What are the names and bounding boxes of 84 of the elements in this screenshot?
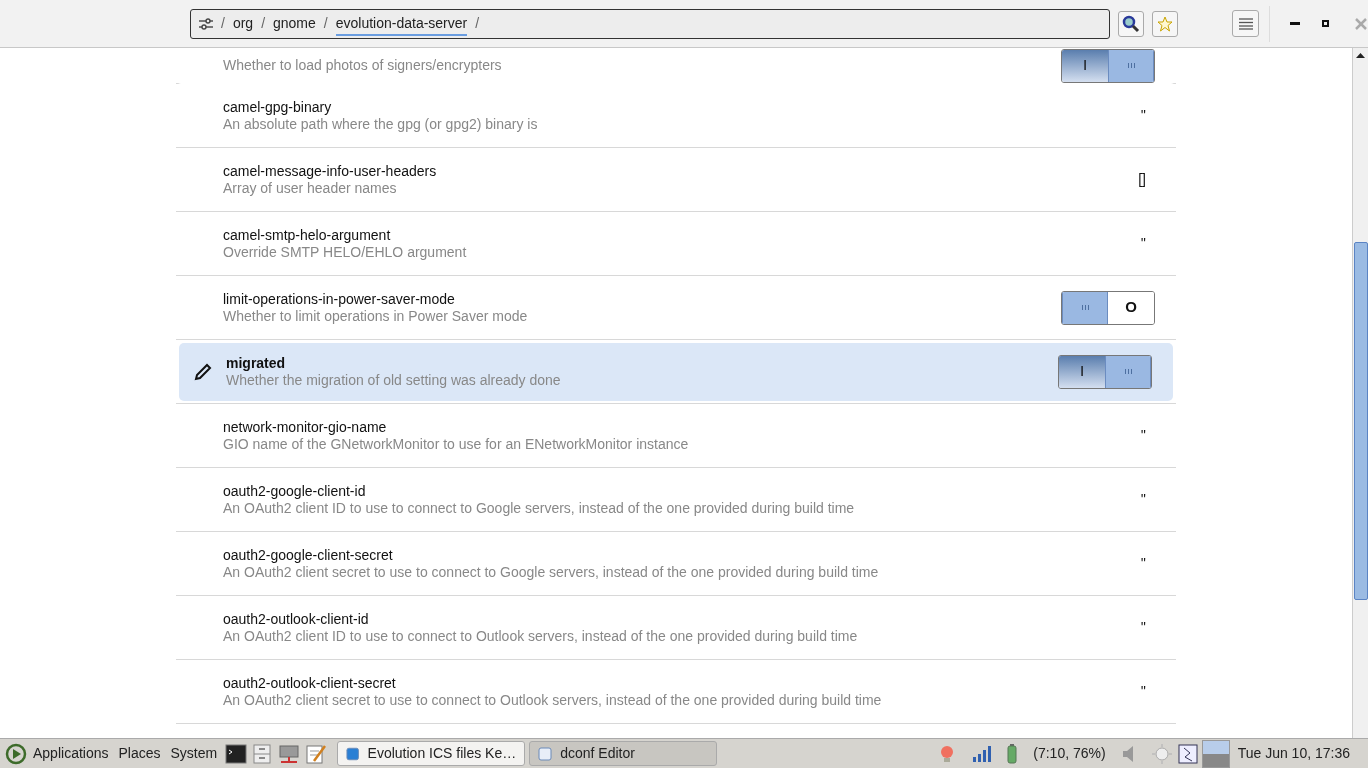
close-icon[interactable] bbox=[1355, 17, 1367, 30]
window-switch-icon[interactable] bbox=[1177, 743, 1198, 764]
file-cabinet-icon[interactable] bbox=[253, 743, 272, 764]
toggle-handle[interactable] bbox=[1105, 355, 1151, 388]
key-description: An OAuth2 client secret to use to connect to Outlook servers, instead of the one provided during build time bbox=[223, 691, 883, 709]
key-name: migrated bbox=[226, 354, 287, 372]
key-value: '' bbox=[1140, 234, 1146, 253]
toggle-switch[interactable]: I bbox=[1061, 48, 1155, 83]
path-separator: / bbox=[221, 14, 225, 33]
key-name: oauth2-google-client-secret bbox=[223, 546, 394, 564]
grip-icon bbox=[1127, 63, 1135, 68]
key-name: camel-gpg-binary bbox=[223, 98, 333, 116]
panel-menu[interactable]: Places bbox=[118, 743, 161, 764]
scrollbar[interactable] bbox=[1352, 48, 1368, 738]
key-name: oauth2-outlook-client-secret bbox=[223, 674, 397, 692]
menu-icon bbox=[1238, 17, 1253, 30]
key-value: '' bbox=[1140, 618, 1146, 637]
clock[interactable]: Tue Jun 10, 17:36 bbox=[1237, 743, 1350, 764]
settings-icon bbox=[199, 17, 213, 30]
key-row[interactable]: migrated Whether the migration of old setting was already done I bbox=[179, 342, 1173, 401]
workspace-switcher[interactable] bbox=[1201, 739, 1230, 768]
toggle-state-label: O bbox=[1125, 297, 1137, 318]
path-separator: / bbox=[323, 14, 328, 33]
toggle-state-label: I bbox=[1079, 361, 1085, 382]
app-icon bbox=[538, 746, 553, 761]
path-separator: / bbox=[475, 14, 480, 33]
key-name: network-monitor-gio-name bbox=[223, 418, 388, 436]
key-description: An OAuth2 client ID to use to connect to Outlook servers, instead of the one provided during build time bbox=[223, 627, 859, 645]
grip-icon bbox=[1124, 369, 1132, 374]
key-value: '' bbox=[1140, 682, 1146, 701]
app-icon bbox=[346, 746, 360, 761]
signal-icon[interactable] bbox=[973, 745, 992, 762]
toggle-switch[interactable]: I bbox=[1058, 354, 1152, 389]
key-value: '' bbox=[1140, 490, 1146, 509]
terminal-icon[interactable] bbox=[225, 743, 248, 764]
bookmark-button[interactable] bbox=[1152, 10, 1178, 37]
toggle-handle[interactable] bbox=[1108, 49, 1154, 82]
scrollbar-thumb[interactable] bbox=[1353, 242, 1368, 600]
toggle-switch[interactable]: O bbox=[1061, 290, 1155, 325]
key-name: oauth2-google-client-id bbox=[223, 482, 367, 500]
search-button[interactable] bbox=[1118, 10, 1144, 37]
taskbar-window-button[interactable]: Evolution ICS files Ke… bbox=[337, 741, 526, 766]
scroll-up-icon[interactable] bbox=[1356, 53, 1365, 58]
network-computer-icon[interactable] bbox=[277, 743, 302, 764]
toggle-state-label: I bbox=[1082, 55, 1088, 76]
key-name: limit-operations-in-power-saver-mode bbox=[223, 290, 456, 308]
key-name: oauth2-outlook-client-id bbox=[223, 610, 370, 628]
battery-status: (7:10, 76%) bbox=[1033, 744, 1106, 763]
key-value: [] bbox=[1138, 170, 1146, 189]
key-value: '' bbox=[1140, 554, 1146, 573]
menu-button[interactable] bbox=[1232, 10, 1259, 37]
path-bar[interactable]: / org / gnome / evolution-data-server / bbox=[190, 8, 1110, 39]
path-separator: / bbox=[261, 14, 265, 33]
panel-menu[interactable]: Applications bbox=[33, 743, 109, 764]
key-description: An OAuth2 client ID to use to connect to Google servers, instead of the one provided during build time bbox=[223, 499, 856, 517]
search-icon bbox=[1122, 14, 1140, 33]
key-value: '' bbox=[1140, 426, 1146, 445]
logo-icon[interactable] bbox=[5, 742, 27, 765]
key-name: camel-message-info-user-headers bbox=[223, 162, 438, 180]
key-description: An absolute path where the gpg (or gpg2) binary is bbox=[223, 115, 539, 133]
key-value: '' bbox=[1140, 106, 1146, 125]
path-segment[interactable]: gnome bbox=[273, 11, 316, 36]
star-icon bbox=[1157, 15, 1173, 32]
battery-icon[interactable] bbox=[1007, 743, 1018, 764]
path-segment[interactable]: evolution-data-server bbox=[335, 11, 468, 36]
key-row[interactable]: Whether to load photos of signers/encrypters I bbox=[176, 48, 1176, 84]
key-name: camel-smtp-helo-argument bbox=[223, 226, 392, 244]
notepad-icon[interactable] bbox=[305, 742, 328, 765]
sun-icon[interactable] bbox=[1151, 743, 1172, 764]
key-description: Override SMTP HELO/EHLO argument bbox=[223, 243, 468, 261]
minimize-icon[interactable] bbox=[1290, 21, 1300, 26]
key-description: Whether to load photos of signers/encrypters bbox=[223, 57, 503, 74]
key-description: An OAuth2 client secret to use to connect to Google servers, instead of the one provided during build time bbox=[223, 563, 880, 581]
key-description: Array of user header names bbox=[223, 179, 398, 197]
panel-menu[interactable]: System bbox=[170, 743, 218, 764]
key-description: Whether to limit operations in Power Saver mode bbox=[223, 307, 529, 325]
maximize-icon[interactable] bbox=[1322, 20, 1329, 27]
path-segment[interactable]: org bbox=[232, 11, 254, 36]
key-description: Whether the migration of old setting was already done bbox=[226, 371, 562, 389]
pencil-icon bbox=[192, 361, 213, 382]
key-description: GIO name of the GNetworkMonitor to use for an ENetworkMonitor instance bbox=[223, 435, 690, 453]
taskbar-window-button[interactable]: dconf Editor bbox=[529, 741, 718, 766]
grip-icon bbox=[1081, 305, 1089, 310]
toggle-handle[interactable] bbox=[1062, 291, 1108, 324]
